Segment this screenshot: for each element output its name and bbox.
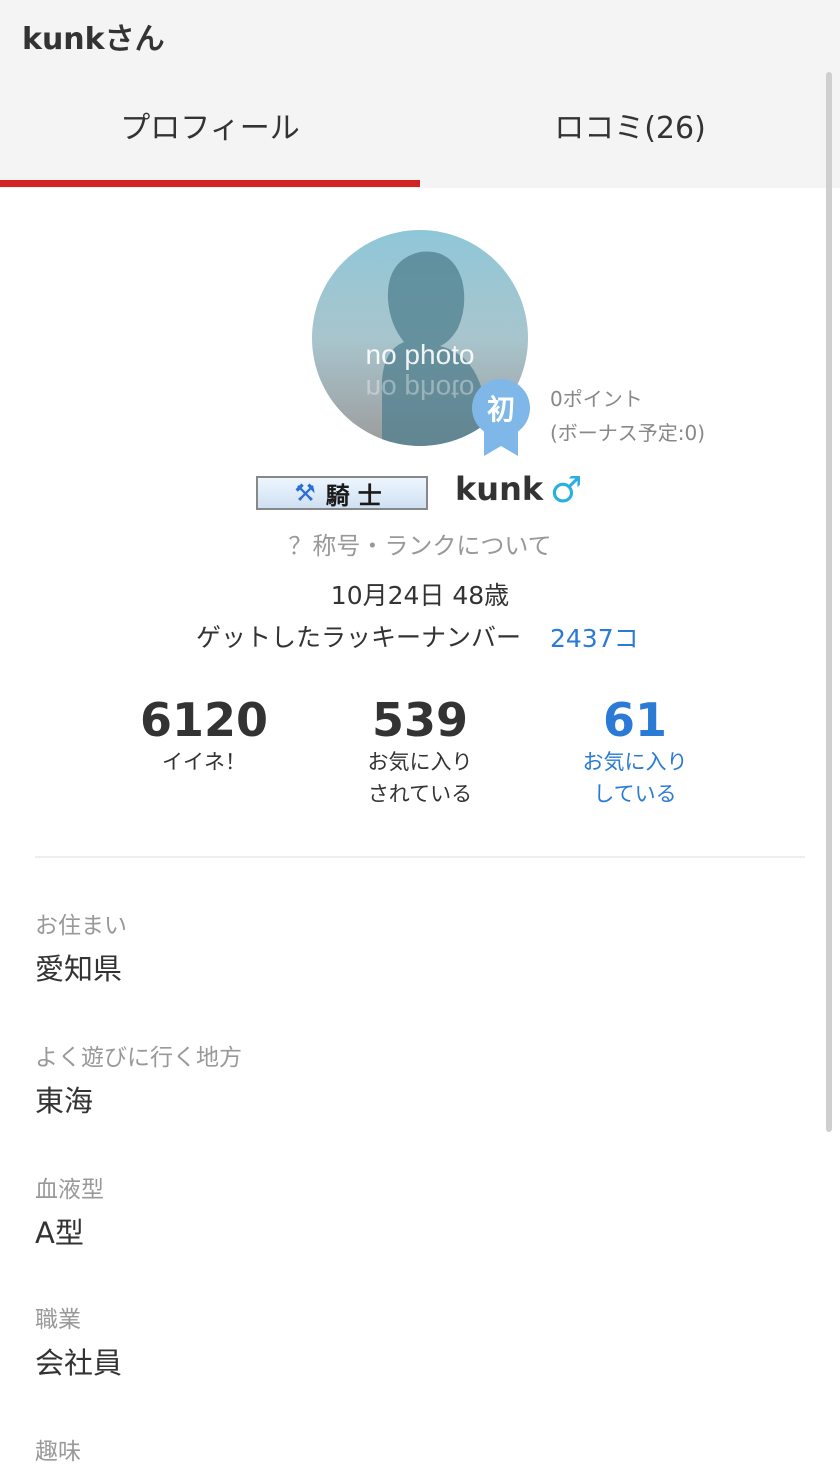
field-value-region: 東海	[35, 1084, 94, 1118]
field-label-blood-type: 血液型	[35, 1177, 104, 1203]
stat-favorited-by: 539 お気に入り されている	[310, 694, 530, 810]
avatar-reflection-text: no photo	[366, 374, 475, 405]
field-label-hobby: 趣味	[35, 1439, 81, 1465]
rank-badge: ⚒ 騎士	[256, 476, 428, 510]
stat-label: イイネ！	[162, 750, 246, 774]
birthday-age: 10月24日 48歳	[330, 581, 510, 610]
crossed-axes-icon: ⚒	[294, 479, 316, 507]
badge-text: 初	[487, 393, 515, 426]
stat-number: 6120	[139, 693, 269, 747]
field-value-occupation: 会社員	[35, 1346, 123, 1380]
stat-label: されている	[367, 782, 473, 806]
username: kunk	[455, 470, 544, 508]
field-value-blood-type: A型	[35, 1216, 84, 1250]
stat-likes: 6120 イイネ！	[94, 694, 314, 778]
rank-help-link[interactable]: ？称号・ランクについて	[0, 526, 840, 561]
field-label-region: よく遊びに行く地方	[35, 1045, 242, 1071]
stat-label: お気に入り	[582, 750, 688, 774]
lucky-number-link[interactable]: 2437コ	[550, 619, 639, 655]
male-icon: ♂	[550, 470, 583, 511]
rank-title: 騎士	[325, 481, 390, 510]
tab-profile[interactable]: プロフィール	[0, 72, 420, 188]
tab-bar: プロフィール ロコミ(26)	[0, 72, 840, 188]
stat-label: お気に入り	[367, 750, 473, 774]
stat-number: 539	[371, 693, 469, 747]
avatar-placeholder-text: no photo	[366, 339, 475, 370]
lucky-number-label: ゲットしたラッキーナンバー	[196, 623, 522, 652]
field-value-residence: 愛知県	[35, 952, 123, 986]
stat-favoriting[interactable]: 61 お気に入り している	[525, 694, 745, 810]
bonus-value: (ボーナス予定:0)	[550, 421, 706, 445]
section-divider	[35, 856, 805, 858]
stat-label: している	[593, 782, 677, 806]
points-value: 0ポイント	[550, 387, 643, 411]
active-tab-indicator	[0, 180, 420, 187]
field-label-occupation: 職業	[35, 1307, 81, 1333]
field-label-residence: お住まい	[35, 913, 127, 939]
app-header: kunkさん	[0, 0, 840, 72]
points-info: 0ポイント (ボーナス予定:0)	[550, 382, 705, 450]
tab-reviews[interactable]: ロコミ(26)	[420, 72, 840, 188]
page-title: kunkさん	[22, 22, 165, 57]
stat-number: 61	[602, 693, 667, 747]
beginner-badge-icon: 初	[472, 379, 530, 456]
